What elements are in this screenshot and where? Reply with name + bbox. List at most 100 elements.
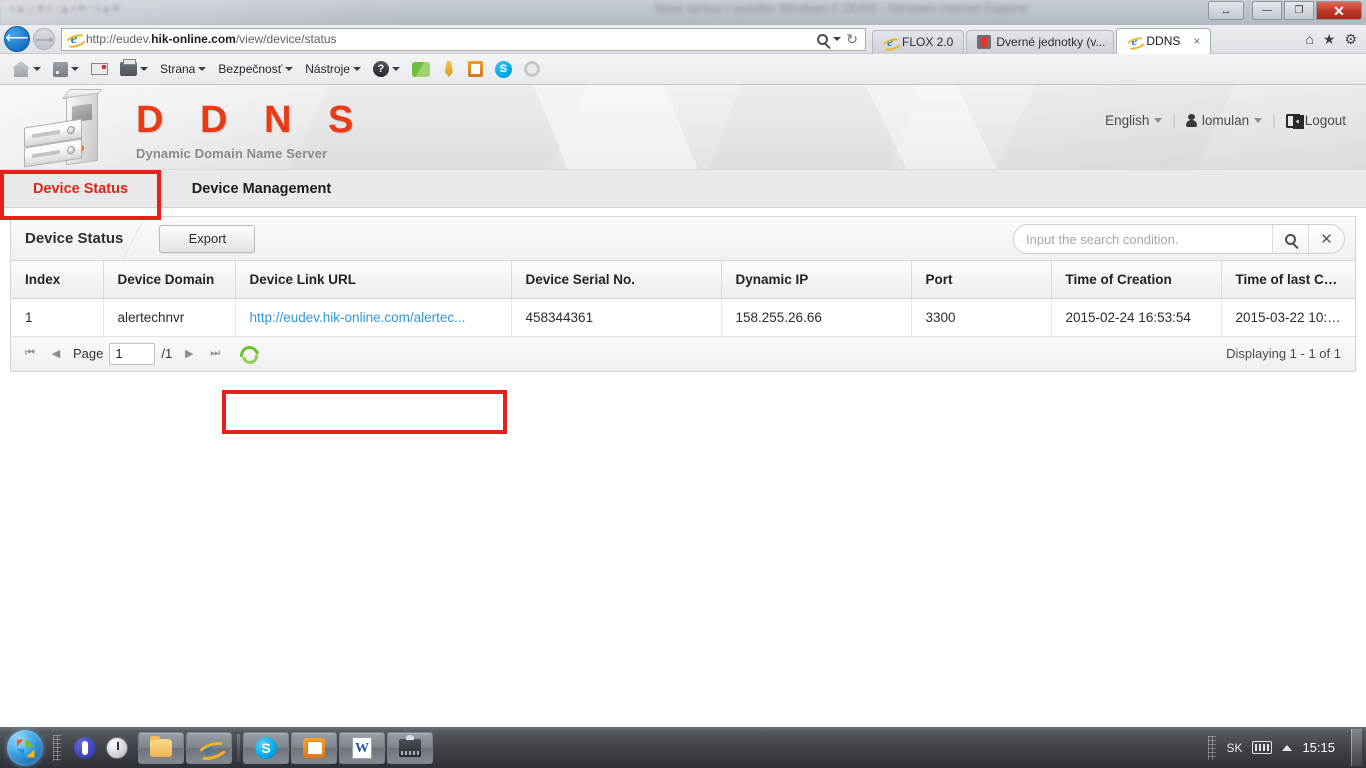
- logout-icon: [1285, 113, 1304, 129]
- magnifier-icon: [1285, 233, 1296, 245]
- address-search-icon[interactable]: [817, 33, 829, 45]
- language-indicator[interactable]: SK: [1226, 741, 1242, 755]
- settings-gear-icon[interactable]: ⚙: [1344, 31, 1357, 48]
- chevron-down-icon: [33, 67, 41, 71]
- forward-arrow-icon[interactable]: ⟶: [33, 28, 55, 50]
- column-header-device-serial-no[interactable]: Device Serial No.: [511, 261, 722, 299]
- user-name-label: lomulan: [1201, 113, 1250, 128]
- browser-tab-strip: FLOX 2.0 Dverné jednotky (v... DDNS ×: [872, 25, 1213, 54]
- resize-button[interactable]: ↔: [1208, 1, 1244, 20]
- browser-tab-dverne[interactable]: Dverné jednotky (v...: [966, 29, 1115, 54]
- column-header-port[interactable]: Port: [911, 261, 1052, 299]
- cell-time-of-creation: 2015-02-24 16:53:54: [1051, 298, 1222, 337]
- toolbar-grip: [53, 734, 61, 761]
- chevron-down-icon[interactable]: [833, 37, 842, 41]
- header-decoration: [525, 85, 725, 169]
- previous-page-button[interactable]: ◀: [43, 341, 69, 367]
- search-box: ✕: [1013, 224, 1345, 254]
- clock-icon[interactable]: [106, 736, 128, 759]
- command-tools[interactable]: Nástroje: [301, 60, 365, 78]
- chevron-down-icon: [1154, 118, 1163, 123]
- search-input[interactable]: [1014, 225, 1272, 253]
- column-header-time-of-last-connection[interactable]: Time of last Conne...: [1221, 261, 1355, 299]
- first-page-button[interactable]: ⏮: [17, 341, 43, 367]
- command-print[interactable]: [116, 59, 152, 78]
- logout-button[interactable]: Logout: [1285, 113, 1346, 129]
- displaying-label: Displaying 1 - 1 of 1: [1226, 346, 1341, 361]
- home-icon[interactable]: ⌂: [1305, 31, 1313, 47]
- command-notes[interactable]: [464, 59, 487, 79]
- keyboard-icon[interactable]: [1252, 741, 1273, 754]
- clear-search-button[interactable]: ✕: [1308, 225, 1344, 253]
- word-icon: W: [352, 736, 372, 759]
- command-page-label: Strana: [160, 62, 196, 76]
- column-header-time-of-creation[interactable]: Time of Creation: [1051, 261, 1222, 299]
- device-link-url[interactable]: http://eudev.hik-online.com/alertec...: [250, 310, 466, 325]
- app-logo: D D N S Dynamic Domain Name Server: [22, 89, 366, 168]
- browser-tab-ddns[interactable]: DDNS ×: [1116, 27, 1212, 54]
- address-bar[interactable]: http://eudev.hik-online.com/view/device/…: [61, 27, 866, 51]
- search-button[interactable]: [1272, 225, 1308, 253]
- system-tray: SK 15:15: [1208, 729, 1366, 766]
- command-help[interactable]: ?: [369, 59, 404, 79]
- ie-favicon-icon: [66, 31, 82, 47]
- chevron-down-icon: [1254, 118, 1263, 123]
- command-tools-label: Nástroje: [305, 62, 350, 76]
- browser-tab-flox[interactable]: FLOX 2.0: [872, 29, 965, 54]
- refresh-green-icon[interactable]: [240, 346, 256, 362]
- user-menu[interactable]: lomulan: [1185, 113, 1263, 128]
- column-header-device-domain[interactable]: Device Domain: [103, 261, 236, 299]
- windows-start-orb-icon: [7, 729, 43, 766]
- pen-icon: [445, 61, 453, 77]
- skype-icon: S: [255, 736, 277, 759]
- command-security[interactable]: Bezpečnosť: [214, 60, 297, 78]
- taskbar-word-button[interactable]: W: [339, 731, 385, 764]
- language-selector[interactable]: English: [1105, 113, 1163, 128]
- blue-person-icon[interactable]: [74, 736, 96, 759]
- taskbar-outlook-button[interactable]: [291, 731, 337, 764]
- taskbar-camera-button[interactable]: [387, 731, 433, 764]
- cell-index: 1: [11, 298, 104, 337]
- window-title-bar: ▪ ▴ ⌂ ▾ ▪ ◦ ▴ ▪ ▾ ◦ ▪ ▴ ▾ Nové správy v …: [0, 0, 1366, 25]
- messenger-icon: [411, 61, 430, 77]
- export-button[interactable]: Export: [159, 224, 256, 253]
- back-arrow-icon[interactable]: ⟵: [4, 26, 30, 52]
- column-header-index[interactable]: Index: [11, 261, 104, 299]
- command-home[interactable]: [8, 59, 45, 79]
- quick-launch-bar: [66, 736, 136, 759]
- table-row[interactable]: 1 alertechnvr http://eudev.hik-online.co…: [11, 298, 1355, 337]
- refresh-icon[interactable]: ↻: [846, 31, 858, 48]
- command-skype[interactable]: S: [491, 59, 516, 80]
- tab-device-management[interactable]: Device Management: [161, 170, 361, 207]
- device-status-table: Index Device Domain Device Link URL Devi…: [11, 261, 1355, 337]
- page-content: D D N S Dynamic Domain Name Server Engli…: [0, 85, 1366, 727]
- command-read-mail[interactable]: [87, 61, 112, 77]
- next-page-button[interactable]: ▶: [176, 341, 202, 367]
- show-hidden-tray-icon[interactable]: [1282, 744, 1293, 751]
- command-feeds[interactable]: [49, 60, 83, 79]
- taskbar-explorer-button[interactable]: [138, 731, 184, 764]
- command-pen[interactable]: [438, 59, 460, 79]
- command-gear[interactable]: [520, 59, 544, 79]
- page-number-input[interactable]: [109, 342, 156, 365]
- column-header-device-link-url[interactable]: Device Link URL: [235, 261, 512, 299]
- column-header-dynamic-ip[interactable]: Dynamic IP: [721, 261, 912, 299]
- tab-device-status[interactable]: Device Status: [0, 170, 161, 207]
- close-tab-icon[interactable]: ×: [1193, 34, 1200, 48]
- favorites-star-icon[interactable]: ★: [1323, 31, 1336, 48]
- start-button[interactable]: [2, 728, 48, 768]
- last-page-button[interactable]: ⏭: [202, 341, 228, 367]
- taskbar-clock[interactable]: 15:15: [1302, 740, 1335, 755]
- close-window-button[interactable]: ✕: [1316, 1, 1362, 20]
- show-desktop-button[interactable]: [1351, 729, 1362, 766]
- taskbar-ie-button[interactable]: [186, 731, 232, 764]
- ie-command-bar: Strana Bezpečnosť Nástroje ? S: [0, 54, 1366, 85]
- restore-button[interactable]: ❐: [1284, 1, 1314, 20]
- app-tab-bar: Device Status Device Management: [0, 170, 1366, 208]
- skype-icon: S: [494, 60, 512, 78]
- command-page[interactable]: Strana: [156, 60, 210, 78]
- command-messenger[interactable]: [408, 60, 434, 79]
- minimize-button[interactable]: —: [1252, 1, 1282, 20]
- cell-device-serial-no: 458344361: [511, 298, 722, 337]
- taskbar-skype-button[interactable]: S: [243, 731, 289, 764]
